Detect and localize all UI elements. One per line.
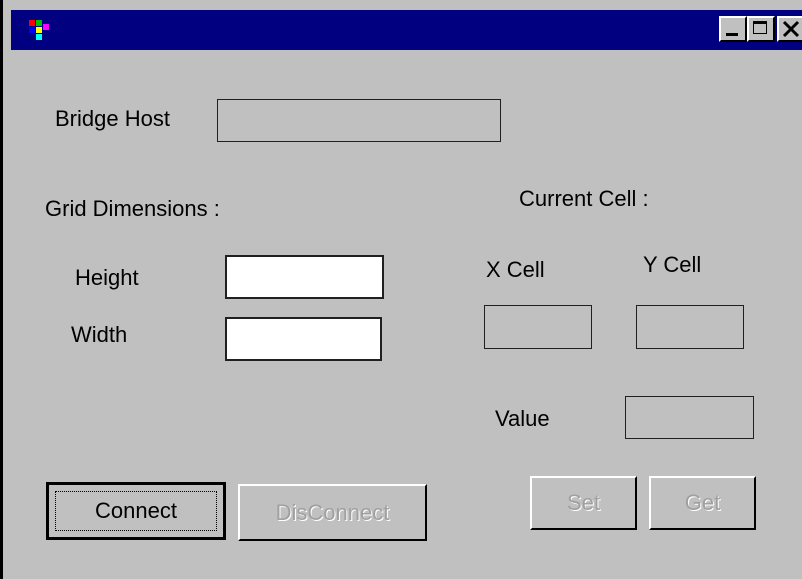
- get-button[interactable]: Get: [649, 476, 756, 530]
- app-window: Bridge Host Grid Dimensions : Height Wid…: [0, 0, 802, 579]
- connect-button[interactable]: Connect: [46, 482, 226, 540]
- y-cell-input[interactable]: [637, 306, 743, 348]
- value-field[interactable]: [625, 396, 754, 439]
- y-cell-label: Y Cell: [643, 252, 702, 277]
- get-button-label: Get: [684, 490, 721, 515]
- disconnect-button[interactable]: DisConnect: [238, 484, 427, 541]
- width-input[interactable]: [227, 319, 380, 359]
- set-button-label: Set: [566, 490, 601, 515]
- close-icon: [782, 20, 800, 38]
- bridge-host-label: Bridge Host: [55, 106, 170, 131]
- title-bar[interactable]: [11, 10, 802, 50]
- height-label: Height: [75, 265, 139, 290]
- minimize-button[interactable]: [719, 16, 747, 42]
- height-field[interactable]: [225, 255, 384, 299]
- maximize-button[interactable]: [747, 16, 775, 42]
- x-cell-label: X Cell: [486, 257, 545, 282]
- connect-button-label: Connect: [95, 498, 177, 523]
- bridge-host-input[interactable]: [218, 100, 500, 141]
- x-cell-field[interactable]: [484, 305, 592, 349]
- set-button[interactable]: Set: [530, 476, 637, 530]
- grid-dimensions-label: Grid Dimensions :: [45, 196, 220, 221]
- close-button[interactable]: [777, 16, 802, 42]
- width-field[interactable]: [225, 317, 382, 361]
- app-icon: [29, 20, 49, 40]
- disconnect-button-label: DisConnect: [275, 499, 390, 525]
- bridge-host-field[interactable]: [217, 99, 501, 142]
- value-label: Value: [495, 406, 550, 431]
- y-cell-field[interactable]: [636, 305, 744, 349]
- width-label: Width: [71, 322, 128, 347]
- current-cell-label: Current Cell :: [519, 186, 649, 211]
- x-cell-input[interactable]: [485, 306, 591, 348]
- maximize-icon: [753, 21, 767, 34]
- value-input[interactable]: [626, 397, 753, 438]
- minimize-icon: [726, 33, 738, 36]
- height-input[interactable]: [227, 257, 382, 297]
